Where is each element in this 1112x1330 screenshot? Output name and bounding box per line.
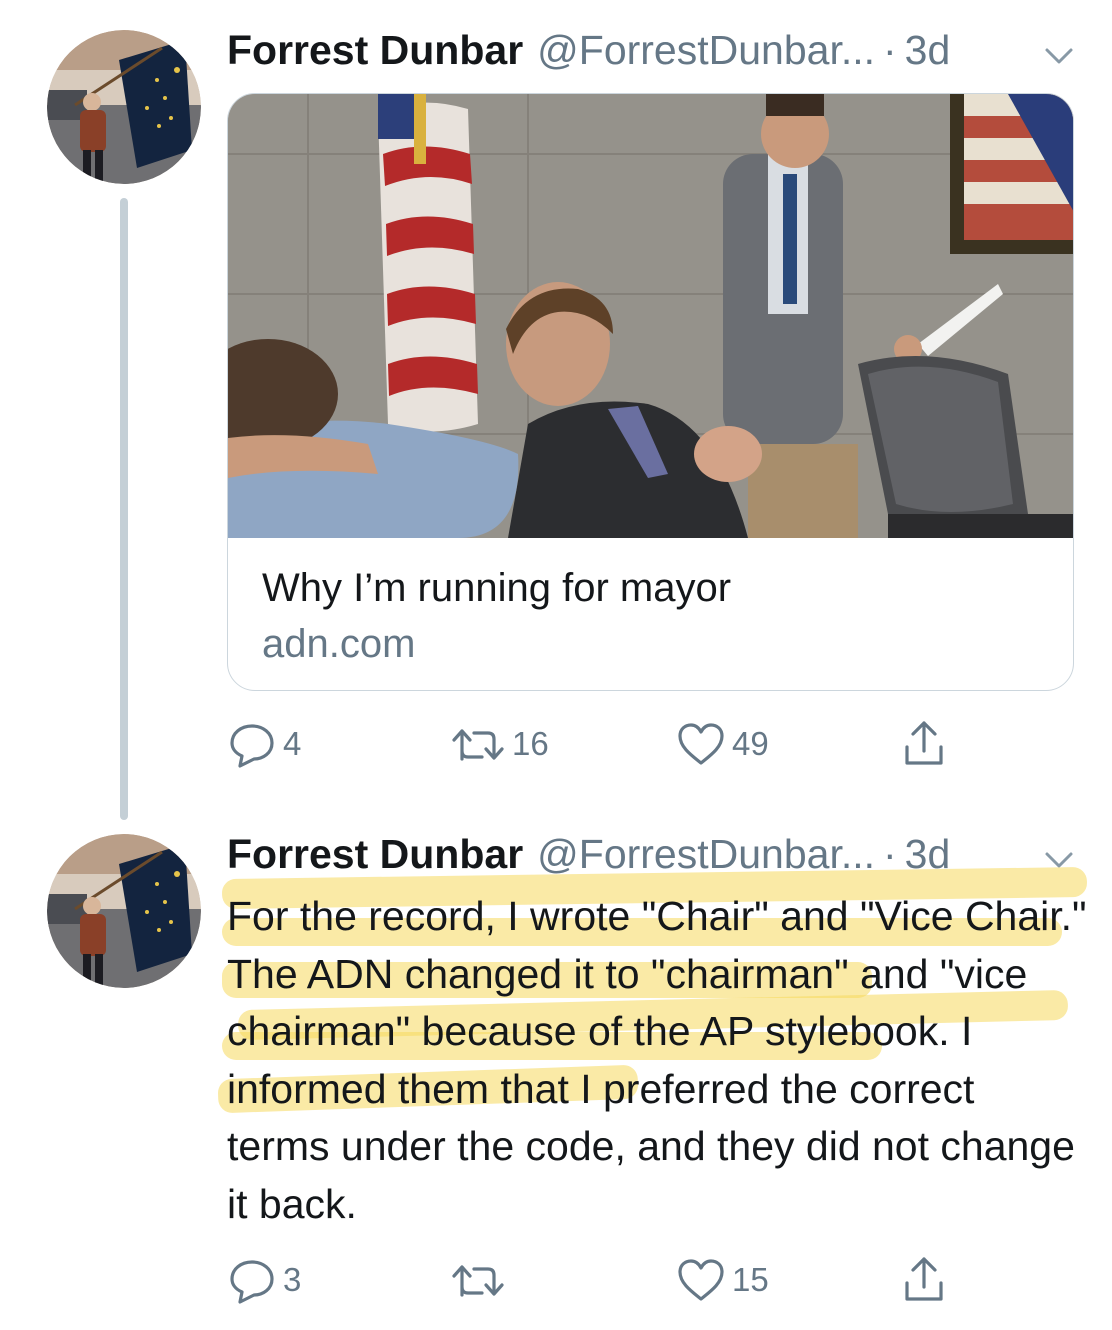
author-name[interactable]: Forrest Dunbar xyxy=(227,831,523,878)
avatar[interactable] xyxy=(47,834,201,988)
reply-count: 3 xyxy=(283,1261,302,1298)
share-icon xyxy=(899,1253,949,1307)
thread-connector-line xyxy=(120,198,128,820)
reply-icon xyxy=(227,719,277,769)
tweet-actions: 3 15 xyxy=(227,1252,987,1308)
like-count: 15 xyxy=(732,1261,769,1298)
share-button[interactable] xyxy=(899,716,949,772)
tweet-header: Forrest Dunbar @ForrestDunbar... · 3d xyxy=(227,26,1076,74)
reply-button[interactable]: 3 xyxy=(227,1252,301,1308)
reply-icon xyxy=(227,1255,277,1305)
author-name[interactable]: Forrest Dunbar xyxy=(227,27,523,74)
share-icon xyxy=(899,717,949,771)
link-card-image xyxy=(228,94,1073,538)
reply-button[interactable]: 4 xyxy=(227,716,301,772)
retweet-icon xyxy=(450,1255,506,1305)
avatar[interactable] xyxy=(47,30,201,184)
like-button[interactable]: 49 xyxy=(676,716,769,772)
like-count: 49 xyxy=(732,725,769,762)
tweet-text: For the record, I wrote "Chair" and "Vic… xyxy=(227,893,1087,1227)
retweet-button[interactable] xyxy=(450,1252,512,1308)
link-card[interactable]: Why I’m running for mayor adn.com xyxy=(227,93,1074,691)
reply-count: 4 xyxy=(283,725,302,762)
heart-icon xyxy=(676,719,726,769)
tweet-timestamp[interactable]: 3d xyxy=(905,27,951,74)
chevron-down-icon[interactable] xyxy=(1042,838,1076,868)
retweet-icon xyxy=(450,719,506,769)
retweet-count: 16 xyxy=(512,725,549,762)
link-card-domain: adn.com xyxy=(262,622,416,666)
tweet-actions: 4 16 49 xyxy=(227,716,987,772)
author-handle[interactable]: @ForrestDunbar... xyxy=(537,27,875,74)
share-button[interactable] xyxy=(899,1252,949,1308)
retweet-button[interactable]: 16 xyxy=(450,716,549,772)
like-button[interactable]: 15 xyxy=(676,1252,769,1308)
heart-icon xyxy=(676,1255,726,1305)
separator-dot: · xyxy=(883,26,897,73)
link-card-title: Why I’m running for mayor xyxy=(262,566,732,610)
chevron-down-icon[interactable] xyxy=(1042,34,1076,64)
